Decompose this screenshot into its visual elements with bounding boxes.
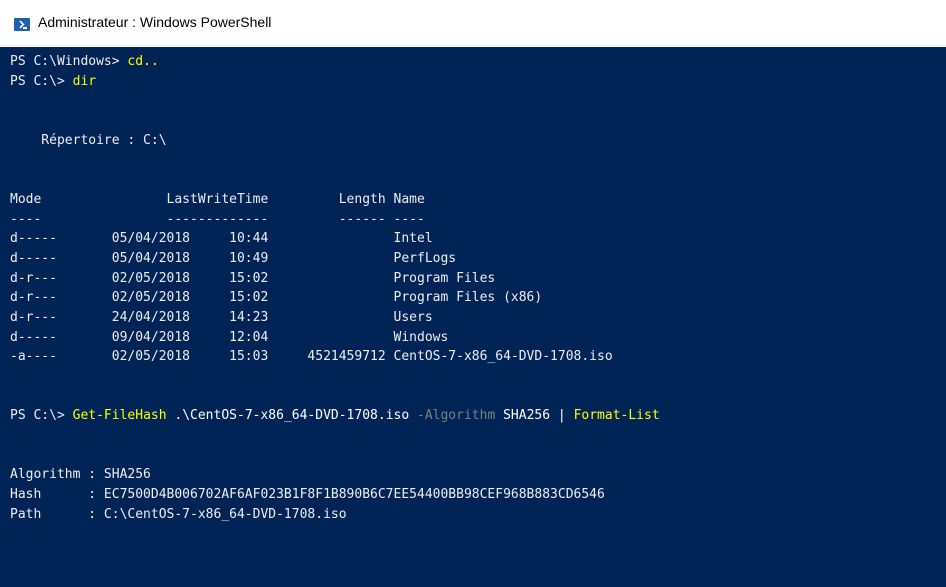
cmdlet-get-filehash: Get-FileHash: [72, 408, 167, 424]
console-line-cd: PS C:\Windows> cd..: [10, 52, 946, 72]
command-text: cd..: [127, 54, 159, 69]
prompt: PS C:\>: [10, 408, 73, 424]
cmdlet-format-list: Format-List: [573, 408, 660, 424]
result-hash: Hash : EC7500D4B006702AF6AF023B1F8F1B890…: [10, 487, 605, 503]
powershell-icon: [14, 18, 30, 31]
file-argument: .\CentOS-7-x86_64-DVD-1708.iso: [166, 408, 417, 424]
result-algorithm: Algorithm : SHA256: [10, 467, 151, 483]
command-text: dir: [72, 73, 97, 89]
listing-row: d-r--- 24/04/2018 14:23 Users: [10, 309, 433, 325]
result-path: Path : C:\CentOS-7-x86_64-DVD-1708.iso: [10, 506, 347, 522]
console-output[interactable]: PS C:\Windows> cd.. PS C:\> dir Répertoi…: [0, 47, 946, 587]
listing-row: d----- 05/04/2018 10:49 PerfLogs: [10, 250, 457, 266]
listing-header-underline: ---- ------------- ------ ----: [10, 211, 425, 227]
algorithm-parameter: -Algorithm: [417, 408, 496, 424]
listing-row: d-r--- 02/05/2018 15:02 Program Files (x…: [10, 290, 543, 306]
directory-label: Répertoire : C:\: [10, 132, 167, 148]
powershell-window: Administrateur : Windows PowerShell PS C…: [0, 0, 946, 587]
listing-row: -a---- 02/05/2018 15:03 4521459712 CentO…: [10, 349, 613, 365]
listing-row: d----- 09/04/2018 12:04 Windows: [10, 329, 449, 345]
prompt: PS C:\Windows>: [10, 54, 128, 69]
listing-header: Mode LastWriteTime Length Name: [10, 191, 425, 207]
listing-row: d----- 05/04/2018 10:44 Intel: [10, 231, 433, 247]
console-line-get-filehash: PS C:\> Get-FileHash .\CentOS-7-x86_64-D…: [10, 406, 946, 426]
prompt: PS C:\>: [10, 73, 73, 89]
title-bar[interactable]: Administrateur : Windows PowerShell: [0, 0, 946, 46]
algorithm-value: SHA256: [495, 408, 558, 424]
pipe-operator: |: [557, 408, 574, 424]
listing-row: d-r--- 02/05/2018 15:02 Program Files: [10, 270, 496, 286]
console-line-dir: PS C:\> dir: [10, 72, 946, 92]
window-title: Administrateur : Windows PowerShell: [38, 14, 272, 30]
